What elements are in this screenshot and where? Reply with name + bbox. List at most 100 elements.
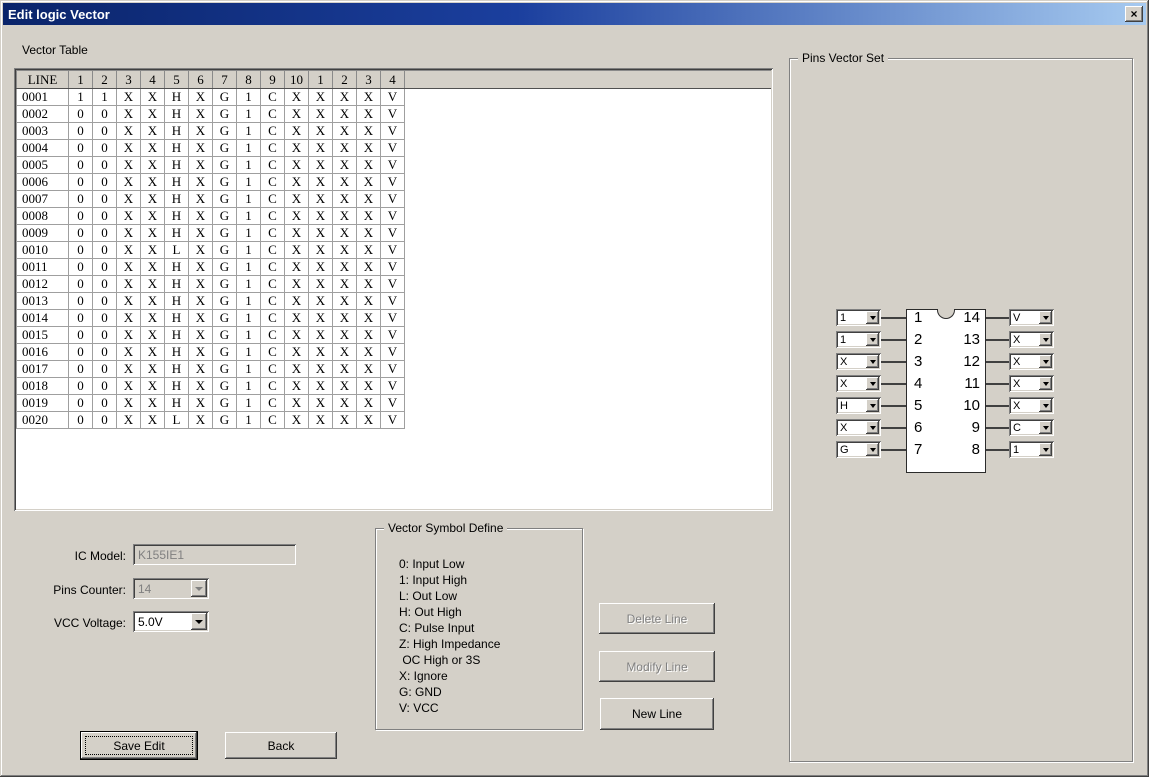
vector-cell[interactable]: X [188,326,213,344]
vector-cell[interactable]: H [164,224,189,242]
vector-cell[interactable]: X [284,309,309,327]
dropdown-arrow-button[interactable] [1039,333,1052,346]
dropdown-arrow-button[interactable] [1039,355,1052,368]
table-row[interactable]: 0005 0 0 X X H X G 1 C X X X X V [16,156,771,174]
vector-cell[interactable]: X [308,411,333,429]
vector-cell[interactable]: G [212,411,237,429]
vector-cell[interactable]: H [164,292,189,310]
vector-cell[interactable]: H [164,190,189,208]
dropdown-arrow-button[interactable] [1039,399,1052,412]
vector-cell[interactable]: X [188,173,213,191]
vector-cell[interactable]: X [332,411,357,429]
vector-cell[interactable]: G [212,360,237,378]
vector-cell[interactable]: H [164,275,189,293]
vector-cell[interactable]: X [332,292,357,310]
dropdown-arrow-button[interactable] [866,355,879,368]
vector-cell[interactable]: X [116,224,141,242]
vector-cell[interactable]: X [332,343,357,361]
pin-select-left[interactable]: X [836,353,881,370]
vector-cell[interactable]: C [260,190,285,208]
vector-cell[interactable]: X [284,224,309,242]
vector-cell[interactable]: H [164,105,189,123]
vector-cell[interactable]: H [164,377,189,395]
vector-cell[interactable]: C [260,258,285,276]
vector-cell[interactable]: G [212,105,237,123]
vector-cell[interactable]: 1 [236,275,261,293]
vector-cell[interactable]: 1 [236,309,261,327]
vector-cell[interactable]: X [356,394,381,412]
vector-cell[interactable]: 0 [68,394,93,412]
vector-cell[interactable]: C [260,173,285,191]
vector-cell[interactable]: 0 [68,224,93,242]
pin-select-left[interactable]: X [836,419,881,436]
vector-cell[interactable]: 1 [236,190,261,208]
back-button[interactable]: Back [225,732,337,759]
vector-cell[interactable]: V [380,275,405,293]
vector-cell[interactable]: X [356,411,381,429]
dropdown-arrow-button[interactable] [1039,311,1052,324]
pin-select-left[interactable]: 1 [836,331,881,348]
vector-cell[interactable]: G [212,190,237,208]
vcc-voltage-select[interactable]: 5.0V [133,611,209,632]
vector-cell[interactable]: 1 [236,173,261,191]
table-row[interactable]: 0016 0 0 X X H X G 1 C X X X X V [16,343,771,361]
vector-cell[interactable]: 1 [236,207,261,225]
vector-cell[interactable]: 0 [92,190,117,208]
vector-cell[interactable]: X [188,156,213,174]
vector-cell[interactable]: 0 [92,258,117,276]
vector-cell[interactable]: 1 [236,122,261,140]
vector-cell[interactable]: X [308,156,333,174]
vector-cell[interactable]: 0 [68,241,93,259]
vector-cell[interactable]: 1 [236,360,261,378]
vector-cell[interactable]: H [164,326,189,344]
vector-cell[interactable]: G [212,275,237,293]
dropdown-arrow-button[interactable] [866,311,879,324]
vector-cell[interactable]: X [140,105,165,123]
line-number-cell[interactable]: 0013 [16,292,69,310]
vector-cell[interactable]: X [140,360,165,378]
vector-cell[interactable]: X [188,343,213,361]
vector-cell[interactable]: X [188,224,213,242]
line-number-cell[interactable]: 0004 [16,139,69,157]
pin-select-left[interactable]: H [836,397,881,414]
vector-cell[interactable]: X [116,207,141,225]
vector-cell[interactable]: 0 [68,139,93,157]
vector-cell[interactable]: X [188,105,213,123]
vector-cell[interactable]: X [356,309,381,327]
vector-cell[interactable]: C [260,105,285,123]
vector-cell[interactable]: X [188,292,213,310]
table-row[interactable]: 0011 0 0 X X H X G 1 C X X X X V [16,258,771,276]
vector-cell[interactable]: X [116,394,141,412]
new-line-button[interactable]: New Line [600,698,714,730]
vector-cell[interactable]: X [356,139,381,157]
vector-cell[interactable]: G [212,139,237,157]
table-row[interactable]: 0006 0 0 X X H X G 1 C X X X X V [16,173,771,191]
vector-cell[interactable]: 0 [92,275,117,293]
vector-cell[interactable]: C [260,326,285,344]
vector-cell[interactable]: 0 [68,343,93,361]
vector-cell[interactable]: X [140,224,165,242]
vector-cell[interactable]: G [212,173,237,191]
vector-cell[interactable]: H [164,173,189,191]
vector-cell[interactable]: X [116,377,141,395]
vector-cell[interactable]: 1 [236,343,261,361]
vector-cell[interactable]: V [380,360,405,378]
vector-cell[interactable]: X [188,394,213,412]
dropdown-arrow-button[interactable] [866,421,879,434]
vector-cell[interactable]: X [284,173,309,191]
dropdown-arrow-button[interactable] [1039,443,1052,456]
vector-cell[interactable]: X [116,292,141,310]
vector-cell[interactable]: X [116,275,141,293]
vector-cell[interactable]: V [380,190,405,208]
vector-cell[interactable]: X [356,241,381,259]
vector-cell[interactable]: C [260,360,285,378]
vector-cell[interactable]: X [188,309,213,327]
vector-cell[interactable]: X [308,105,333,123]
vector-cell[interactable]: X [188,360,213,378]
vector-cell[interactable]: H [164,343,189,361]
vector-cell[interactable]: X [140,377,165,395]
vector-cell[interactable]: 0 [92,173,117,191]
vector-cell[interactable]: X [332,326,357,344]
vector-cell[interactable]: X [284,122,309,140]
vector-cell[interactable]: G [212,292,237,310]
